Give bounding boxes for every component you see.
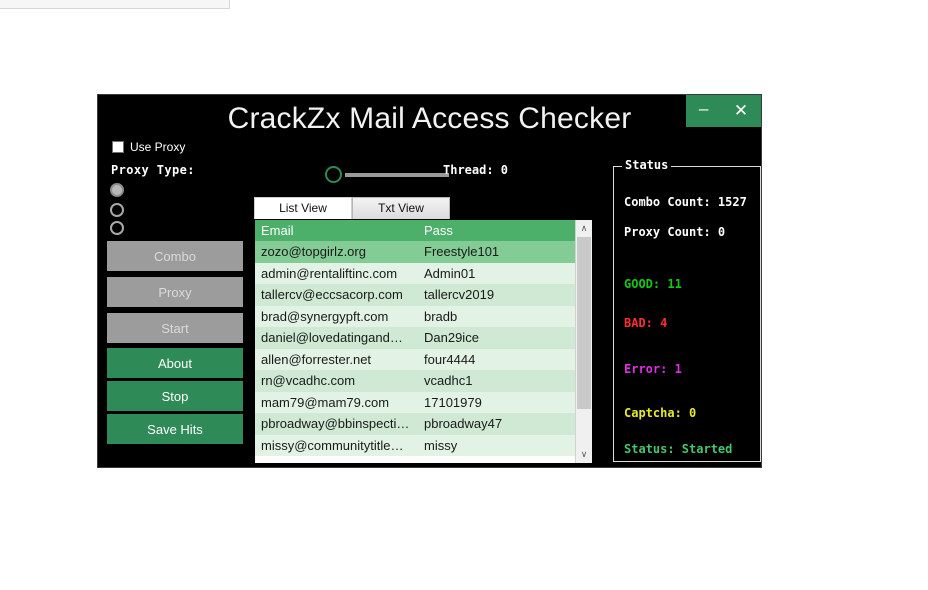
table-row[interactable]: brad@synergypft.com bradb <box>255 305 575 327</box>
cell-email: rn@vcadhc.com <box>261 373 356 389</box>
thread-count-label: Thread: 0 <box>443 163 509 177</box>
proxy-type-radio-2[interactable] <box>110 221 124 235</box>
cell-email: daniel@lovedatingand… <box>261 330 403 346</box>
tab-list-view[interactable]: List View <box>254 197 352 219</box>
cell-email: pbroadway@bbinspecti… <box>261 416 410 432</box>
scroll-up-icon[interactable]: ∧ <box>576 220 592 237</box>
error-count-label: Error: 1 <box>624 362 682 376</box>
bad-count-label: BAD: 4 <box>624 316 668 330</box>
proxy-button[interactable]: Proxy <box>107 277 243 307</box>
view-tabs: List View Txt View <box>254 197 593 219</box>
proxy-count-label: Proxy Count: 0 <box>624 225 726 239</box>
combo-button[interactable]: Combo <box>107 241 243 271</box>
minimize-button[interactable]: – <box>686 95 721 127</box>
results-table: Email Pass zozo@topgirlz.org Freestyle10… <box>254 219 593 464</box>
cell-pass: vcadhc1 <box>424 373 473 389</box>
results-table-body: Email Pass zozo@topgirlz.org Freestyle10… <box>255 220 575 463</box>
table-row[interactable]: admin@rentaliftinc.com Admin01 <box>255 262 575 284</box>
good-count-label: GOOD: 11 <box>624 277 682 291</box>
table-row[interactable]: pbroadway@bbinspecti… pbroadway47 <box>255 413 575 435</box>
proxy-type-label: Proxy Type: <box>111 163 195 177</box>
cell-pass: Freestyle101 <box>424 244 500 260</box>
table-scrollbar[interactable]: ∧ ∨ <box>575 220 592 463</box>
cell-email: tallercv@eccsacorp.com <box>261 287 403 303</box>
status-state-label: Status: Started <box>624 442 733 456</box>
save-hits-button[interactable]: Save Hits <box>107 414 243 444</box>
close-button[interactable]: ✕ <box>721 95 761 127</box>
table-header-row: Email Pass <box>255 220 575 241</box>
use-proxy-row[interactable]: Use Proxy <box>112 140 185 154</box>
cell-pass: missy <box>424 437 458 453</box>
stop-button[interactable]: Stop <box>107 381 243 411</box>
use-proxy-checkbox[interactable] <box>112 141 124 153</box>
captcha-count-label: Captcha: 0 <box>624 406 697 420</box>
cell-email: admin@rentaliftinc.com <box>261 265 398 281</box>
table-row[interactable]: rn@vcadhc.com vcadhc1 <box>255 370 575 392</box>
cell-pass: Dan29ice <box>424 330 479 346</box>
cell-pass: Admin01 <box>424 265 476 281</box>
status-panel: Status Combo Count: 1527 Proxy Count: 0 … <box>613 158 761 462</box>
table-row[interactable]: daniel@lovedatingand… Dan29ice <box>255 327 575 349</box>
table-row[interactable]: tallercv@eccsacorp.com tallercv2019 <box>255 284 575 306</box>
table-row[interactable]: allen@forrester.net four4444 <box>255 348 575 370</box>
cell-email: missy@communitytitle… <box>261 437 404 453</box>
proxy-type-radio-0[interactable] <box>110 183 124 197</box>
cell-pass: four4444 <box>424 351 476 367</box>
scroll-down-icon[interactable]: ∨ <box>576 446 592 463</box>
cell-pass: bradb <box>424 308 458 324</box>
cell-pass: tallercv2019 <box>424 287 495 303</box>
window-controls: – ✕ <box>686 95 761 127</box>
table-row[interactable]: missy@communitytitle… missy <box>255 434 575 456</box>
thread-slider-track[interactable] <box>345 173 449 177</box>
cell-email: allen@forrester.net <box>261 351 372 367</box>
column-header-pass: Pass <box>424 223 453 238</box>
cell-pass: 17101979 <box>424 394 482 410</box>
tab-txt-view[interactable]: Txt View <box>352 197 450 219</box>
table-row[interactable]: mam79@mam79.com 17101979 <box>255 391 575 413</box>
start-button[interactable]: Start <box>107 313 243 343</box>
background-window-edge <box>0 0 230 9</box>
page-title: CrackZx Mail Access Checker <box>227 102 632 135</box>
table-row[interactable]: zozo@topgirlz.org Freestyle101 <box>255 241 575 263</box>
scrollbar-thumb[interactable] <box>577 237 591 409</box>
status-panel-legend: Status <box>622 158 672 172</box>
about-button[interactable]: About <box>107 348 243 378</box>
cell-email: zozo@topgirlz.org <box>261 244 366 260</box>
title-bar: CrackZx Mail Access Checker – ✕ <box>98 95 761 141</box>
application-window: CrackZx Mail Access Checker – ✕ Use Prox… <box>97 94 762 468</box>
combo-count-label: Combo Count: 1527 <box>624 195 747 209</box>
cell-email: mam79@mam79.com <box>261 394 390 410</box>
cell-pass: pbroadway47 <box>424 416 503 432</box>
cell-email: brad@synergypft.com <box>261 308 389 324</box>
thread-slider-thumb[interactable] <box>325 166 342 183</box>
proxy-type-radio-1[interactable] <box>110 203 124 217</box>
use-proxy-label: Use Proxy <box>130 140 186 154</box>
column-header-email: Email <box>261 223 294 238</box>
